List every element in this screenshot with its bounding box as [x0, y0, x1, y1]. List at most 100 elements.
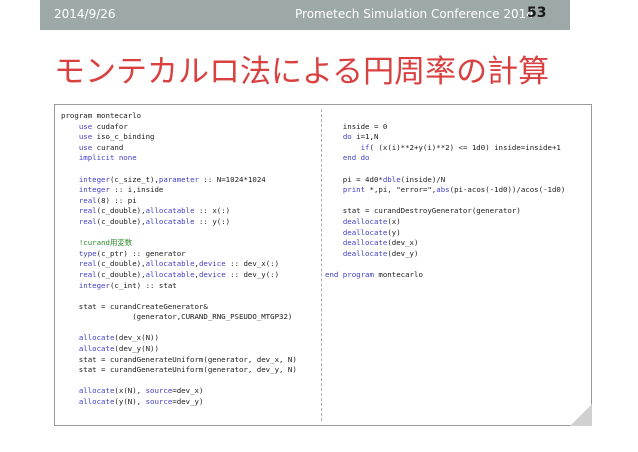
code-text: stat = curandDestroyGenerator(generator): [325, 206, 521, 216]
code-text: (c_ptr) :: generator: [96, 248, 186, 258]
code-keyword: device: [198, 269, 226, 279]
code-text: (dev_y): [387, 248, 419, 258]
code-text: (x(N),: [114, 386, 146, 396]
code-text: (dev_x(N)): [114, 333, 159, 343]
code-text: (c_double),: [96, 206, 146, 216]
code-line: (generator,CURAND_RNG_PSEUDO_MTGP32): [61, 312, 297, 323]
code-keyword: integer: [78, 280, 110, 290]
code-line: use cudafor: [61, 122, 297, 133]
code-line: stat = curandDestroyGenerator(generator): [325, 206, 565, 217]
code-line: allocate(dev_y(N)): [61, 344, 297, 355]
code-keyword: allocate: [78, 397, 115, 407]
code-keyword: deallocate: [342, 238, 388, 248]
code-line: allocate(dev_x(N)): [61, 333, 297, 344]
code-text: curand: [92, 142, 124, 152]
code-keyword: source: [145, 397, 173, 407]
code-keyword: allocate: [78, 344, 115, 354]
code-keyword: integer: [78, 174, 110, 184]
code-keyword: do: [342, 132, 352, 142]
code-line: end do: [325, 153, 565, 164]
code-line: integer :: i,inside: [61, 185, 297, 196]
code-keyword: deallocate: [342, 227, 388, 237]
code-text: (dev_y(N)): [114, 344, 159, 354]
code-line: type(c_ptr) :: generator: [61, 249, 297, 260]
code-line: deallocate(dev_x): [325, 238, 565, 249]
page-number: 53: [527, 5, 547, 21]
code-text: (inside)/N: [400, 174, 446, 184]
code-comment: !curand用変数: [78, 238, 133, 248]
code-text: cudafor: [92, 121, 128, 131]
code-keyword: real: [78, 269, 97, 279]
code-line: use curand: [61, 143, 297, 154]
code-keyword: real: [78, 216, 97, 226]
code-line: real(c_double),allocatable :: y(:): [61, 217, 297, 228]
code-keyword: device: [198, 259, 226, 269]
code-box: program montecarlo use cudafor use iso_c…: [54, 104, 593, 427]
code-text: iso_c_binding: [92, 132, 155, 142]
code-line: deallocate(y): [325, 228, 565, 239]
code-text: :: N=1024*1024: [198, 174, 266, 184]
code-keyword: real: [78, 206, 97, 216]
column-divider: [321, 109, 322, 421]
code-text: stat = curandGenerateUniform(generator, …: [61, 365, 297, 375]
code-text: (c_size_t),: [109, 174, 159, 184]
code-line: deallocate(dev_y): [325, 249, 565, 260]
code-keyword: type: [78, 248, 97, 258]
code-keyword: integer: [78, 185, 110, 195]
code-text: (dev_x): [387, 238, 419, 248]
code-line: allocate(y(N), source=dev_y): [61, 397, 297, 408]
code-line: stat = curandGenerateUniform(generator, …: [61, 355, 297, 366]
code-text: (8) :: pi: [96, 195, 137, 205]
code-keyword: abs: [436, 185, 450, 195]
code-keyword: allocate: [78, 333, 115, 343]
code-text: :: dev_x(:): [225, 259, 280, 269]
code-text: (x): [387, 216, 401, 226]
code-text: program montecarlo: [61, 111, 142, 120]
code-text: (generator,CURAND_RNG_PSEUDO_MTGP32): [61, 312, 293, 322]
code-keyword: allocatable: [145, 269, 195, 279]
header-date: 2014/9/26: [54, 7, 116, 21]
code-column-left: program montecarlo use cudafor use iso_c…: [61, 111, 297, 408]
code-keyword: if: [360, 142, 370, 152]
code-keyword: allocatable: [145, 259, 195, 269]
code-text: :: y(:): [194, 216, 231, 226]
code-line: stat = curandCreateGenerator&: [61, 302, 297, 313]
code-keyword: implicit none: [78, 153, 137, 163]
code-line: do i=1,N: [325, 132, 565, 143]
code-text: stat = curandCreateGenerator&: [61, 301, 208, 311]
code-line: use iso_c_binding: [61, 132, 297, 143]
code-text: =dev_y): [172, 397, 204, 407]
code-keyword: use: [78, 121, 93, 131]
code-text: ( (x(i)**2+y(i)**2) <= 1d0) inside=insid…: [369, 142, 561, 152]
code-text: pi = 4d0*: [325, 174, 383, 184]
code-line: integer(c_int) :: stat: [61, 281, 297, 292]
code-line: real(c_double),allocatable,device :: dev…: [61, 259, 297, 270]
code-keyword: source: [145, 386, 173, 396]
code-line: real(8) :: pi: [61, 196, 297, 207]
code-text: =dev_x): [172, 386, 204, 396]
code-column-right: inside = 0 do i=1,N if( (x(i)**2+y(i)**2…: [325, 111, 565, 281]
code-keyword: end do: [342, 153, 370, 163]
code-keyword: allocatable: [145, 216, 195, 226]
